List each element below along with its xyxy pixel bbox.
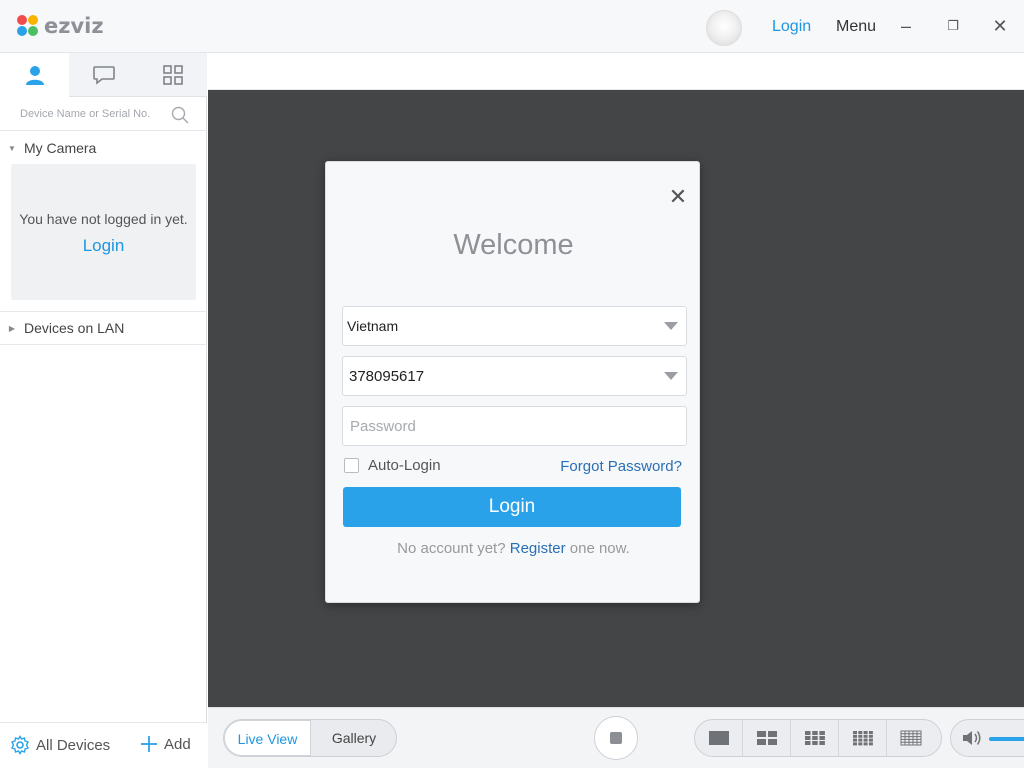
group-label: Devices on LAN (24, 320, 125, 336)
group-my-camera[interactable]: ▼ My Camera (0, 131, 207, 165)
password-field[interactable] (342, 406, 687, 446)
logo-text: ezviz (44, 14, 104, 38)
stop-all-button[interactable] (594, 716, 638, 760)
tab-gallery[interactable]: Gallery (311, 720, 396, 756)
view-mode-switch: Live View Gallery (223, 719, 397, 757)
minimize-icon[interactable]: – (894, 14, 918, 38)
grid-icon (162, 65, 183, 85)
sidebar: ▼ My Camera You have not logged in yet. … (0, 53, 207, 768)
all-devices-label: All Devices (36, 736, 111, 754)
layout-single-icon (708, 731, 729, 745)
register-prompt: No account yet? Register one now. (326, 540, 701, 557)
layout-selector (694, 719, 942, 757)
close-icon[interactable]: ✕ (988, 14, 1012, 38)
not-logged-in-message: You have not logged in yet. (19, 211, 188, 227)
all-devices-button[interactable]: All Devices (10, 735, 110, 755)
main-top-strip (208, 53, 1024, 90)
register-prefix: No account yet? (397, 540, 506, 557)
device-search (0, 97, 207, 131)
caret-right-icon: ▶ (8, 323, 16, 333)
logo-icon (16, 14, 40, 38)
auto-login-label: Auto-Login (368, 457, 441, 474)
auto-login-checkbox[interactable]: Auto-Login (344, 457, 441, 474)
group-devices-on-lan[interactable]: ▶ Devices on LAN (0, 311, 207, 345)
avatar[interactable] (706, 10, 742, 46)
forgot-password-link[interactable]: Forgot Password? (560, 458, 682, 475)
user-icon (25, 66, 44, 85)
chevron-down-icon[interactable] (664, 322, 678, 330)
message-icon (92, 66, 115, 85)
sidebar-footer: All Devices Add (0, 722, 207, 768)
chevron-down-icon[interactable] (664, 372, 678, 380)
add-label: Add (164, 735, 191, 753)
plus-icon (141, 736, 157, 752)
checkbox[interactable] (344, 458, 359, 473)
tab-messages[interactable] (69, 53, 138, 97)
close-icon[interactable]: ✕ (666, 185, 690, 209)
tab-devices[interactable] (0, 53, 69, 97)
sidebar-login-link[interactable]: Login (11, 236, 196, 256)
search-input[interactable] (8, 103, 168, 125)
ezviz-logo: ezviz (16, 14, 104, 38)
restore-icon[interactable]: ❐ (941, 14, 965, 38)
login-button[interactable]: Login (343, 487, 681, 527)
volume-control[interactable] (950, 719, 1024, 757)
search-icon[interactable] (170, 105, 190, 125)
volume-slider[interactable] (989, 737, 1024, 741)
dialog-title: Welcome (453, 229, 574, 261)
layout-25-button[interactable] (887, 720, 935, 756)
country-value: Vietnam (347, 318, 399, 334)
bottom-toolbar: Live View Gallery (208, 707, 1024, 768)
speaker-icon[interactable] (961, 728, 983, 748)
login-dialog: ✕ Welcome Vietnam 378095617 Auto-Login F… (325, 161, 700, 603)
gear-icon (11, 735, 29, 755)
layout-sixteen-icon (852, 731, 873, 746)
layout-4-button[interactable] (743, 720, 791, 756)
country-select[interactable]: Vietnam (342, 306, 687, 346)
caret-down-icon: ▼ (8, 143, 16, 153)
layout-9-button[interactable] (791, 720, 839, 756)
tab-live-view[interactable]: Live View (224, 720, 311, 756)
register-suffix: one now. (569, 540, 630, 557)
not-logged-in-panel: You have not logged in yet. Login (11, 164, 196, 300)
account-field[interactable]: 378095617 (342, 356, 687, 396)
group-label: My Camera (24, 140, 97, 156)
layout-twentyfive-icon (900, 730, 922, 746)
password-input[interactable] (343, 407, 686, 445)
add-device-button[interactable]: Add (140, 735, 191, 753)
title-bar: ezviz Login Menu – ❐ ✕ (0, 0, 1024, 53)
account-value: 378095617 (349, 368, 425, 385)
layout-quad-icon (756, 731, 777, 745)
register-link[interactable]: Register (510, 540, 566, 557)
layout-1-button[interactable] (695, 720, 743, 756)
stop-icon (610, 732, 622, 744)
titlebar-login-link[interactable]: Login (772, 18, 811, 36)
layout-nine-icon (804, 731, 825, 745)
sidebar-tabs (0, 53, 207, 97)
layout-16-button[interactable] (839, 720, 887, 756)
tab-apps[interactable] (138, 53, 207, 97)
menu-button[interactable]: Menu (836, 18, 876, 36)
